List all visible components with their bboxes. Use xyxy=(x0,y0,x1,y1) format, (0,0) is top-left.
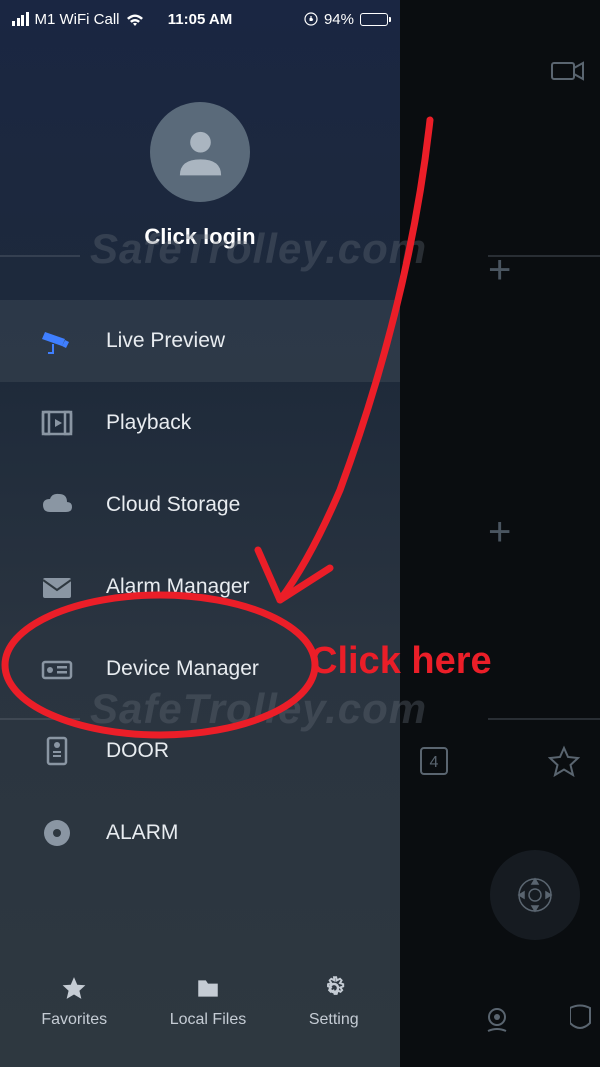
watermark-line xyxy=(0,255,80,257)
battery-icon xyxy=(360,13,388,26)
wifi-icon xyxy=(126,13,144,26)
menu-label: ALARM xyxy=(106,821,178,845)
status-bar: M1 WiFi Call 11:05 AM 94% xyxy=(0,0,400,32)
gear-icon xyxy=(321,975,347,1001)
bottom-local-files[interactable]: Local Files xyxy=(170,975,246,1029)
menu-label: Alarm Manager xyxy=(106,575,250,599)
svg-text:4: 4 xyxy=(430,754,439,771)
cloud-icon xyxy=(40,488,74,522)
camera-icon xyxy=(40,324,74,358)
bottom-label: Setting xyxy=(309,1011,359,1029)
profile-section: Click login xyxy=(0,32,400,250)
folder-icon xyxy=(195,975,221,1001)
partial-icon xyxy=(570,1003,598,1037)
device-icon xyxy=(40,652,74,686)
background-preview-panel: + + 4 xyxy=(400,0,600,1067)
menu-label: Playback xyxy=(106,411,191,435)
menu-alarm[interactable]: ALARM xyxy=(0,792,400,874)
bottom-setting[interactable]: Setting xyxy=(309,975,359,1029)
bottom-bar: Favorites Local Files Setting xyxy=(0,957,400,1067)
menu-playback[interactable]: Playback xyxy=(0,382,400,464)
bottom-favorites[interactable]: Favorites xyxy=(41,975,107,1029)
menu-label: Live Preview xyxy=(106,329,225,353)
watermark-line xyxy=(0,718,80,720)
film-icon xyxy=(40,406,74,440)
menu-cloud-storage[interactable]: Cloud Storage xyxy=(0,464,400,546)
rotation-lock-icon xyxy=(304,12,318,26)
menu-door[interactable]: DOOR xyxy=(0,710,400,792)
menu-label: Device Manager xyxy=(106,657,259,681)
bottom-label: Local Files xyxy=(170,1011,246,1029)
menu-alarm-manager[interactable]: Alarm Manager xyxy=(0,546,400,628)
side-drawer: M1 WiFi Call 11:05 AM 94% Click login Li… xyxy=(0,0,400,1067)
envelope-icon xyxy=(40,570,74,604)
ptz-round-button[interactable] xyxy=(490,850,580,940)
carrier-label: M1 WiFi Call xyxy=(35,11,120,28)
watermark-line xyxy=(488,255,600,257)
layout-4-icon[interactable]: 4 xyxy=(418,745,450,777)
annotation-label: Click here xyxy=(310,640,492,683)
main-menu: Live Preview Playback Cloud Storage Alar… xyxy=(0,300,400,874)
login-button[interactable]: Click login xyxy=(0,224,400,250)
person-icon xyxy=(173,125,228,180)
star-icon xyxy=(61,975,87,1001)
camera-mode-icon[interactable] xyxy=(551,60,585,87)
battery-pct: 94% xyxy=(324,11,354,28)
door-intercom-icon xyxy=(40,734,74,768)
locate-pin-icon[interactable] xyxy=(480,1003,514,1037)
clock: 11:05 AM xyxy=(168,11,232,28)
add-slot-icon[interactable]: + xyxy=(488,510,511,555)
menu-label: Cloud Storage xyxy=(106,493,240,517)
menu-live-preview[interactable]: Live Preview xyxy=(0,300,400,382)
avatar[interactable] xyxy=(150,102,250,202)
favorite-star-icon[interactable] xyxy=(548,745,580,777)
signal-icon xyxy=(12,12,29,26)
watermark-line xyxy=(488,718,600,720)
menu-label: DOOR xyxy=(106,739,169,763)
bottom-label: Favorites xyxy=(41,1011,107,1029)
alarm-disc-icon xyxy=(40,816,74,850)
